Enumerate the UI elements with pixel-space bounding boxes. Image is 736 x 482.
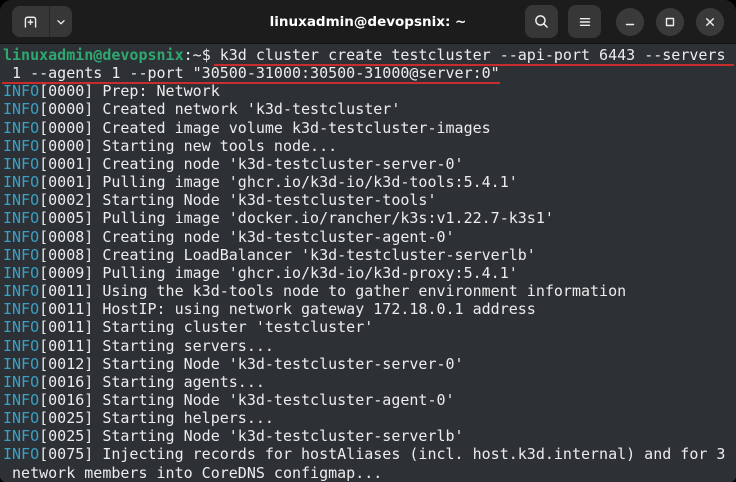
prompt-line: linuxadmin@devopsnix:~$ k3d cluster crea… xyxy=(3,46,736,64)
search-icon xyxy=(533,13,550,30)
log-text: [0011] Starting servers... xyxy=(39,337,274,355)
log-text: [0008] Creating node 'k3d-testcluster-ag… xyxy=(39,228,454,246)
log-text: [0011] Starting cluster 'testcluster' xyxy=(39,318,373,336)
prompt-user-host: linuxadmin@devopsnix xyxy=(3,46,184,64)
log-level: INFO xyxy=(3,318,39,336)
log-line: INFO[0016] Starting agents... xyxy=(3,373,736,391)
log-line: INFO[0011] HostIP: using network gateway… xyxy=(3,300,736,318)
log-level: INFO xyxy=(3,355,39,373)
log-level: INFO xyxy=(3,119,39,137)
log-text: [0005] Pulling image 'docker.io/rancher/… xyxy=(39,209,554,227)
log-line: INFO[0025] Starting Node 'k3d-testcluste… xyxy=(3,427,736,445)
log-text: [0016] Starting agents... xyxy=(39,373,265,391)
window-titlebar: linuxadmin@devopsnix: ~ xyxy=(0,0,736,44)
search-button[interactable] xyxy=(525,5,558,38)
log-text: [0075] Injecting records for hostAliases… xyxy=(39,445,725,463)
log-line: INFO[0025] Starting helpers... xyxy=(3,409,736,427)
menu-icon xyxy=(577,14,593,30)
log-lines: INFO[0000] Prep: NetworkINFO[0000] Creat… xyxy=(3,82,736,481)
log-level: INFO xyxy=(3,191,39,209)
log-text: [0012] Starting Node 'k3d-testcluster-se… xyxy=(39,355,463,373)
log-line: INFO[0002] Starting Node 'k3d-testcluste… xyxy=(3,191,736,209)
menu-button[interactable] xyxy=(568,5,601,38)
maximize-button[interactable] xyxy=(656,8,684,36)
log-level: INFO xyxy=(3,337,39,355)
log-level: INFO xyxy=(3,391,39,409)
log-line: INFO[0011] Starting servers... xyxy=(3,337,736,355)
close-button[interactable] xyxy=(696,8,724,36)
log-level: INFO xyxy=(3,155,39,173)
log-line: network members into CoreDNS configmap..… xyxy=(3,464,736,482)
log-level: INFO xyxy=(3,228,39,246)
log-level: INFO xyxy=(3,264,39,282)
log-text: [0001] Pulling image 'ghcr.io/k3d-io/k3d… xyxy=(39,173,518,191)
prompt-path: ~ xyxy=(193,46,202,64)
log-line: INFO[0011] Starting cluster 'testcluster… xyxy=(3,318,736,336)
chevron-down-icon xyxy=(54,15,68,29)
log-line: INFO[0075] Injecting records for hostAli… xyxy=(3,445,736,463)
tab-button-group xyxy=(12,6,72,37)
terminal-screen[interactable]: linuxadmin@devopsnix:~$ k3d cluster crea… xyxy=(0,44,736,482)
log-line: INFO[0000] Starting new tools node... xyxy=(3,137,736,155)
log-text: [0011] Using the k3d-tools node to gathe… xyxy=(39,282,626,300)
log-text: [0002] Starting Node 'k3d-testcluster-to… xyxy=(39,191,436,209)
maximize-icon xyxy=(662,14,678,30)
log-text: [0000] Prep: Network xyxy=(39,82,220,100)
command-text-continued: 1 --agents 1 --port "30500-31000:30500-3… xyxy=(3,64,500,82)
log-text: [0025] Starting Node 'k3d-testcluster-se… xyxy=(39,427,463,445)
log-text: [0016] Starting Node 'k3d-testcluster-ag… xyxy=(39,391,454,409)
new-tab-button[interactable] xyxy=(12,6,49,37)
log-text: [0000] Starting new tools node... xyxy=(39,137,337,155)
log-text: [0000] Created image volume k3d-testclus… xyxy=(39,119,491,137)
log-level: INFO xyxy=(3,445,39,463)
tab-switcher-button[interactable] xyxy=(49,6,72,37)
log-line: INFO[0008] Creating node 'k3d-testcluste… xyxy=(3,228,736,246)
log-text: [0025] Starting helpers... xyxy=(39,409,274,427)
close-icon xyxy=(702,14,718,30)
log-level: INFO xyxy=(3,137,39,155)
prompt-separator: : xyxy=(184,46,193,64)
log-line: INFO[0012] Starting Node 'k3d-testcluste… xyxy=(3,355,736,373)
log-level: INFO xyxy=(3,246,39,264)
log-line: INFO[0000] Created image volume k3d-test… xyxy=(3,119,736,137)
log-line: INFO[0001] Creating node 'k3d-testcluste… xyxy=(3,155,736,173)
log-level: INFO xyxy=(3,82,39,100)
command-wrap-line: 1 --agents 1 --port "30500-31000:30500-3… xyxy=(3,64,736,82)
minimize-icon xyxy=(622,14,638,30)
command-underline-annotation-1 xyxy=(214,64,734,66)
log-text: [0011] HostIP: using network gateway 172… xyxy=(39,300,536,318)
log-text: network members into CoreDNS configmap..… xyxy=(3,464,382,482)
log-level: INFO xyxy=(3,373,39,391)
log-level: INFO xyxy=(3,173,39,191)
log-line: INFO[0009] Pulling image 'ghcr.io/k3d-io… xyxy=(3,264,736,282)
log-line: INFO[0011] Using the k3d-tools node to g… xyxy=(3,282,736,300)
log-level: INFO xyxy=(3,100,39,118)
log-line: INFO[0008] Creating LoadBalancer 'k3d-te… xyxy=(3,246,736,264)
log-line: INFO[0016] Starting Node 'k3d-testcluste… xyxy=(3,391,736,409)
log-text: [0000] Created network 'k3d-testcluster' xyxy=(39,100,400,118)
window-title: linuxadmin@devopsnix: ~ xyxy=(270,14,467,30)
log-line: INFO[0000] Created network 'k3d-testclus… xyxy=(3,100,736,118)
terminal-window: linuxadmin@devopsnix: ~ xyxy=(0,0,736,482)
new-tab-icon xyxy=(22,13,39,30)
log-level: INFO xyxy=(3,209,39,227)
log-line: INFO[0000] Prep: Network xyxy=(3,82,736,100)
log-text: [0001] Creating node 'k3d-testcluster-se… xyxy=(39,155,463,173)
log-line: INFO[0005] Pulling image 'docker.io/ranc… xyxy=(3,209,736,227)
log-level: INFO xyxy=(3,282,39,300)
log-level: INFO xyxy=(3,300,39,318)
log-level: INFO xyxy=(3,409,39,427)
minimize-button[interactable] xyxy=(616,8,644,36)
log-level: INFO xyxy=(3,427,39,445)
log-text: [0009] Pulling image 'ghcr.io/k3d-io/k3d… xyxy=(39,264,518,282)
prompt-symbol: $ xyxy=(202,46,220,64)
command-underline-annotation-2 xyxy=(2,82,500,84)
command-text: k3d cluster create testcluster --api-por… xyxy=(220,46,726,64)
log-text: [0008] Creating LoadBalancer 'k3d-testcl… xyxy=(39,246,536,264)
log-line: INFO[0001] Pulling image 'ghcr.io/k3d-io… xyxy=(3,173,736,191)
